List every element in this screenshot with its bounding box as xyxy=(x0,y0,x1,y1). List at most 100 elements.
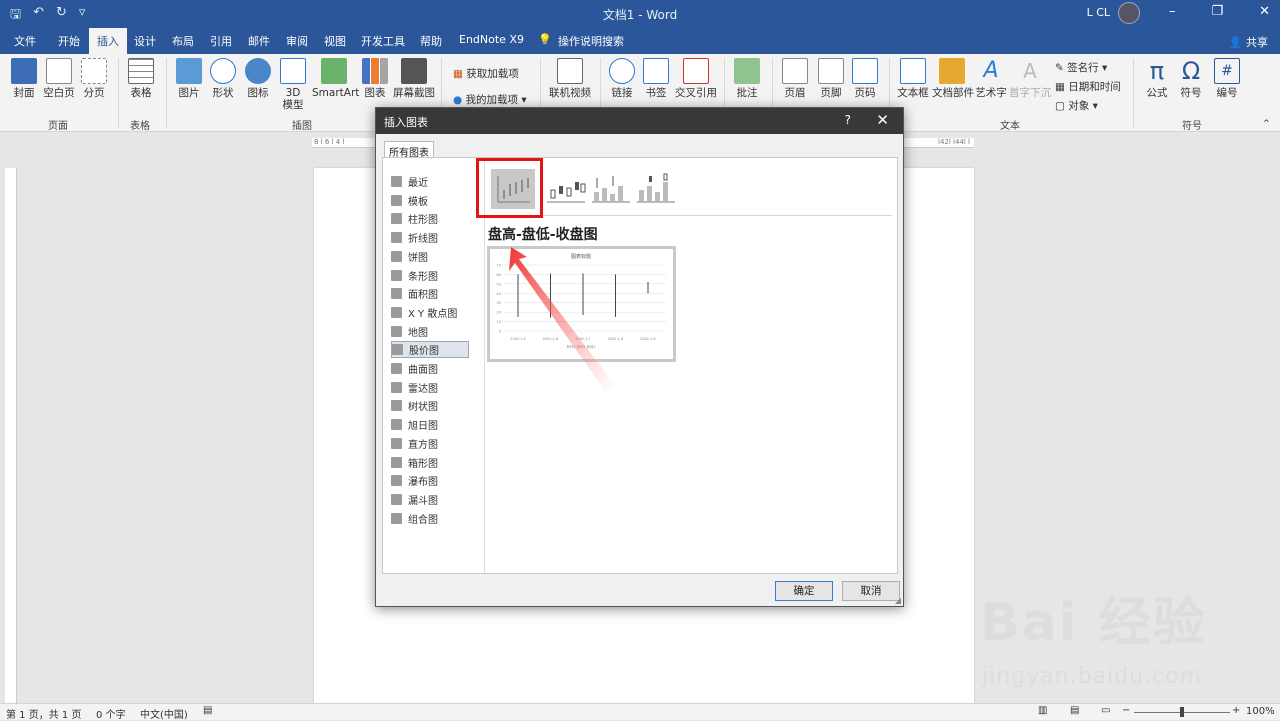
chart-category-histogram[interactable]: 直方图 xyxy=(391,435,469,452)
datetime-button[interactable]: ▦ 日期和时间 xyxy=(1055,79,1121,94)
chart-category-scatter[interactable]: X Y 散点图 xyxy=(391,304,469,321)
my-addins-button[interactable]: ● 我的加载项 ▾ xyxy=(453,92,527,107)
get-addins-button[interactable]: ▦ 获取加载项 xyxy=(453,66,519,81)
chart-category-surface[interactable]: 曲面图 xyxy=(391,360,469,377)
footer-button[interactable]: 页脚 xyxy=(817,58,845,99)
chart-category-treemap[interactable]: 树状图 xyxy=(391,397,469,414)
read-mode-icon[interactable]: ▥ xyxy=(1038,705,1047,716)
chart-category-sunburst[interactable]: 旭日图 xyxy=(391,416,469,433)
online-video-button[interactable]: 联机视频 xyxy=(548,58,592,99)
link-button[interactable]: 链接 xyxy=(608,58,636,99)
chart-preview[interactable]: 图表标题 70 60 50 40 30 20 10 0 2002-1-5 2002-1-6 2002-… xyxy=(487,246,676,362)
blank-page-button[interactable]: 空白页 xyxy=(42,58,76,99)
picture-button[interactable]: 图片 xyxy=(174,58,204,99)
quickparts-icon xyxy=(939,58,965,84)
zoom-in-button[interactable]: + xyxy=(1232,705,1240,716)
ok-button[interactable]: 确定 xyxy=(775,581,833,601)
chart-category-pie[interactable]: 饼图 xyxy=(391,248,469,265)
chart-category-box-whisker[interactable]: 箱形图 xyxy=(391,454,469,471)
share-label: 共享 xyxy=(1246,36,1268,49)
tab-home[interactable]: 开始 xyxy=(58,33,80,49)
close-icon[interactable]: ✕ xyxy=(1259,4,1270,19)
preview-y-tick: 40 xyxy=(496,292,501,296)
chart-button[interactable]: 图表 xyxy=(362,58,388,99)
table-icon xyxy=(128,58,154,84)
web-layout-icon[interactable]: ▭ xyxy=(1101,705,1110,716)
shapes-button[interactable]: 形状 xyxy=(208,58,238,99)
page-count[interactable]: 第 1 页，共 1 页 xyxy=(6,706,81,721)
chart-category-radar[interactable]: 雷达图 xyxy=(391,379,469,396)
resize-grip-icon[interactable]: ◢ xyxy=(895,596,901,605)
screenshot-button[interactable]: 屏幕截图 xyxy=(393,58,435,99)
zoom-level[interactable]: 100% xyxy=(1246,706,1275,717)
word-count[interactable]: 0 个字 xyxy=(96,706,126,721)
page-number-button[interactable]: 页码 xyxy=(851,58,879,99)
dropcap-button[interactable]: A 首字下沉 xyxy=(1008,58,1052,99)
tell-me-search[interactable]: 操作说明搜索 xyxy=(558,33,624,49)
equation-button[interactable]: π 公式 xyxy=(1142,58,1172,99)
tab-layout[interactable]: 布局 xyxy=(172,33,194,49)
numbering-button[interactable]: # 编号 xyxy=(1212,58,1242,99)
chart-category-bar[interactable]: 条形图 xyxy=(391,267,469,284)
chart-category-combo[interactable]: 组合图 xyxy=(391,510,469,527)
smartart-icon xyxy=(321,58,347,84)
collapse-ribbon-icon[interactable]: ⌃ xyxy=(1262,118,1271,130)
chart-category-stock[interactable]: 股价图 xyxy=(391,341,469,359)
tab-review[interactable]: 审阅 xyxy=(286,33,308,49)
tab-insert[interactable]: 插入 xyxy=(89,28,127,54)
share-button[interactable]: 👤 共享 xyxy=(1229,34,1268,50)
wordart-button[interactable]: A 艺术字 xyxy=(974,58,1008,99)
minimize-icon[interactable]: – xyxy=(1169,4,1176,19)
tab-view[interactable]: 视图 xyxy=(324,33,346,49)
subtype-vhlc-thumbnail[interactable] xyxy=(588,168,634,210)
chart-category-map[interactable]: 地图 xyxy=(391,323,469,340)
smartart-button[interactable]: SmartArt xyxy=(312,58,359,99)
icons-button[interactable]: 图标 xyxy=(244,58,272,99)
page-break-button[interactable]: 分页 xyxy=(80,58,108,99)
tab-file[interactable]: 文件 xyxy=(14,33,36,49)
avatar[interactable] xyxy=(1118,2,1140,24)
bookmark-button[interactable]: 书签 xyxy=(642,58,670,99)
help-icon[interactable]: ? xyxy=(845,113,851,127)
language[interactable]: 中文(中国) xyxy=(140,706,188,721)
chart-category-waterfall[interactable]: 瀑布图 xyxy=(391,472,469,489)
subtype-vohlc-thumbnail[interactable] xyxy=(633,168,679,210)
table-button[interactable]: 表格 xyxy=(126,58,156,99)
print-layout-icon[interactable]: ▤ xyxy=(1070,705,1079,716)
chart-category-templates[interactable]: 模板 xyxy=(391,192,469,209)
cover-button[interactable]: 封面 xyxy=(10,58,38,99)
tab-all-charts[interactable]: 所有图表 xyxy=(384,141,434,159)
tab-mailings[interactable]: 邮件 xyxy=(248,33,270,49)
chart-category-column[interactable]: 柱形图 xyxy=(391,210,469,227)
chart-category-label: 柱形图 xyxy=(408,215,438,227)
comment-button[interactable]: 批注 xyxy=(732,58,762,99)
crossref-button[interactable]: 交叉引用 xyxy=(674,58,718,99)
dialog-close-icon[interactable]: ✕ xyxy=(876,111,889,129)
zoom-slider-thumb[interactable] xyxy=(1180,707,1184,717)
group-label-pages: 页面 xyxy=(48,121,68,132)
cancel-button[interactable]: 取消 xyxy=(842,581,900,601)
page-number-label: 页码 xyxy=(854,87,876,99)
textbox-button[interactable]: 文本框 xyxy=(896,58,930,99)
tab-design[interactable]: 设计 xyxy=(134,33,156,49)
tab-help[interactable]: 帮助 xyxy=(420,33,442,49)
chart-category-funnel[interactable]: 漏斗图 xyxy=(391,491,469,508)
vertical-ruler[interactable] xyxy=(5,168,17,703)
header-button[interactable]: 页眉 xyxy=(781,58,809,99)
subtype-ohlc-thumbnail[interactable] xyxy=(543,168,589,210)
tab-references[interactable]: 引用 xyxy=(210,33,232,49)
restore-icon[interactable]: ❐ xyxy=(1211,4,1223,19)
quickparts-button[interactable]: 文档部件 xyxy=(932,58,974,99)
object-button[interactable]: ▢ 对象 ▾ xyxy=(1055,98,1098,113)
chart-category-recent[interactable]: 最近 xyxy=(391,173,469,190)
3d-model-button[interactable]: 3D 模型 xyxy=(278,58,308,111)
signature-line-button[interactable]: ✎ 签名行 ▾ xyxy=(1055,60,1107,75)
chart-category-area[interactable]: 面积图 xyxy=(391,285,469,302)
user-name[interactable]: L CL xyxy=(1087,6,1110,19)
symbol-button[interactable]: Ω 符号 xyxy=(1176,58,1206,99)
tab-developer[interactable]: 开发工具 xyxy=(361,33,405,49)
zoom-out-button[interactable]: − xyxy=(1122,705,1130,716)
tab-endnote[interactable]: EndNote X9 xyxy=(459,33,524,46)
macro-icon[interactable]: ▤ xyxy=(203,705,212,716)
chart-category-line[interactable]: 折线图 xyxy=(391,229,469,246)
